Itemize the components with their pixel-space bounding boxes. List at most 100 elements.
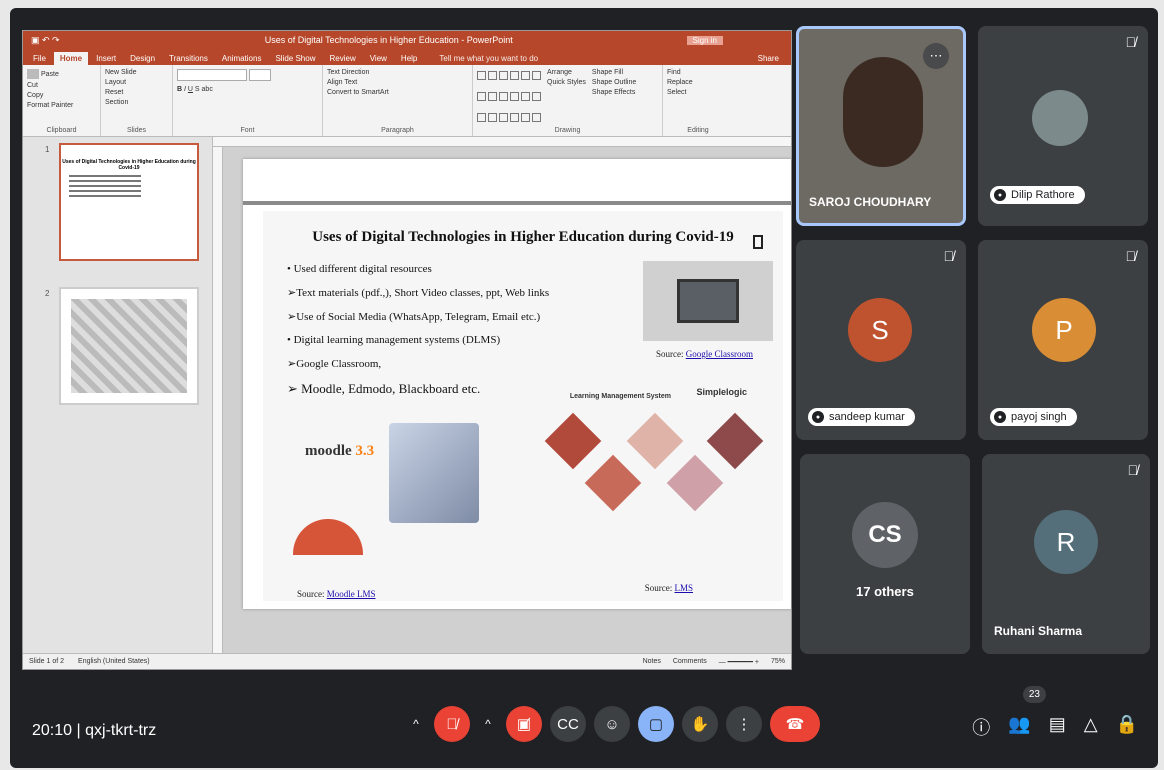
people-icon[interactable]: 👥 xyxy=(1008,714,1030,740)
more-vert-icon[interactable]: ⋮ xyxy=(726,706,762,742)
paste-button[interactable]: Paste xyxy=(27,69,96,79)
more-options-icon[interactable]: ⋯ xyxy=(923,43,949,69)
chat-icon[interactable]: ▤ xyxy=(1049,714,1066,740)
align-text-button[interactable]: Align Text xyxy=(327,79,468,86)
mic-options-chevron-icon[interactable]: ^ xyxy=(406,706,426,742)
comments-button[interactable]: Comments xyxy=(673,658,707,665)
emoji-icon[interactable]: ☺ xyxy=(594,706,630,742)
find-button[interactable]: Find xyxy=(667,69,729,76)
convert-smartart-button[interactable]: Convert to SmartArt xyxy=(327,89,468,96)
font-format-buttons[interactable]: B I U S abc xyxy=(177,86,318,93)
font-name-field[interactable] xyxy=(177,69,247,81)
participant-tile-payoj[interactable]: 🎙̸ P ● payoj singh xyxy=(978,240,1148,440)
thumb-number-1: 1 xyxy=(45,145,50,154)
camera-options-chevron-icon[interactable]: ^ xyxy=(478,706,498,742)
tab-home[interactable]: Home xyxy=(53,52,89,65)
shape-effects-button[interactable]: Shape Effects xyxy=(592,89,636,96)
pin-icon: ● xyxy=(812,411,824,423)
pin-icon: ● xyxy=(994,189,1006,201)
tab-design[interactable]: Design xyxy=(124,52,161,65)
slide-thumbnail-1[interactable]: Uses of Digital Technologies in Higher E… xyxy=(59,143,199,261)
slide-thumbnail-2[interactable] xyxy=(59,287,199,405)
info-icon[interactable]: ⓘ xyxy=(972,714,990,740)
moodle-source-link[interactable]: Moodle LMS xyxy=(327,589,376,599)
format-painter-button[interactable]: Format Painter xyxy=(27,102,96,109)
language-status[interactable]: English (United States) xyxy=(78,658,150,665)
lms-diamond xyxy=(666,454,724,512)
notes-button[interactable]: Notes xyxy=(643,658,661,665)
others-avatar-stack: CS xyxy=(852,502,918,568)
arrange-button[interactable]: Arrange xyxy=(547,69,586,76)
select-button[interactable]: Select xyxy=(667,89,729,96)
zoom-level[interactable]: 75% xyxy=(771,658,785,665)
participant-tile-dilip[interactable]: 🎙̸ ● Dilip Rathore xyxy=(978,26,1148,226)
status-right: Notes Comments — ━━━━━━ + 75% xyxy=(643,658,785,666)
quick-styles-button[interactable]: Quick Styles xyxy=(547,79,586,86)
host-controls-icon[interactable]: 🔒 xyxy=(1116,714,1138,740)
shape-outline-button[interactable]: Shape Outline xyxy=(592,79,636,86)
raise-hand-icon[interactable]: ✋ xyxy=(682,706,718,742)
participant-name: payoj singh xyxy=(1011,411,1067,423)
slide-bullets: • Used different digital resources ➢Text… xyxy=(287,263,549,408)
tab-insert[interactable]: Insert xyxy=(90,52,122,65)
tab-file[interactable]: File xyxy=(27,52,52,65)
sign-in-button[interactable]: Sign in xyxy=(686,35,723,45)
participant-tile-others[interactable]: CS 17 others xyxy=(800,454,970,654)
tab-view[interactable]: View xyxy=(364,52,393,65)
zoom-slider[interactable]: — ━━━━━━ + xyxy=(719,658,759,666)
horizontal-ruler xyxy=(213,137,791,147)
moodle-logo-text: moodle xyxy=(305,443,352,459)
ribbon-drawing: Arrange Quick Styles Shape Fill Shape Ou… xyxy=(473,65,663,136)
lms-diamond-diagram xyxy=(543,411,764,531)
side-panel-buttons: ⓘ 👥 ▤ △ 🔒 xyxy=(972,714,1138,740)
meet-screen: ▣ ↶ ↷ Uses of Digital Technologies in Hi… xyxy=(10,8,1158,768)
tab-slide-show[interactable]: Slide Show xyxy=(269,52,321,65)
slide-top-rule xyxy=(243,201,791,205)
others-count: 17 others xyxy=(856,584,914,599)
quick-access-toolbar: ▣ ↶ ↷ xyxy=(31,34,60,45)
gc-source-link[interactable]: Google Classroom xyxy=(686,349,753,359)
tab-review[interactable]: Review xyxy=(323,52,361,65)
present-icon[interactable]: ▢ xyxy=(638,706,674,742)
bullet-1: • Used different digital resources xyxy=(287,263,432,275)
section-button[interactable]: Section xyxy=(105,99,168,106)
editing-group-label: Editing xyxy=(687,127,709,134)
font-size-field[interactable] xyxy=(249,69,271,81)
name-chip: ● payoj singh xyxy=(990,408,1077,426)
lms-diamond xyxy=(544,412,602,470)
thumb-2-collage xyxy=(71,299,187,393)
layout-button[interactable]: Layout xyxy=(105,79,168,86)
tell-me-search[interactable]: Tell me what you want to do xyxy=(433,52,544,65)
captions-icon[interactable]: CC xyxy=(550,706,586,742)
participant-tile-saroj[interactable]: ⋯ SAROJ CHOUDHARY xyxy=(796,26,966,226)
new-slide-button[interactable]: New Slide xyxy=(105,69,168,76)
reset-button[interactable]: Reset xyxy=(105,89,168,96)
mic-off-icon[interactable]: 🎙̸ xyxy=(434,706,470,742)
lms-source-link[interactable]: LMS xyxy=(674,583,693,593)
participant-name: sandeep kumar xyxy=(829,411,905,423)
replace-button[interactable]: Replace xyxy=(667,79,729,86)
cut-button[interactable]: Cut xyxy=(27,82,96,89)
name-chip: ● Dilip Rathore xyxy=(990,186,1085,204)
participant-tile-sandeep[interactable]: 🎙̸ S ● sandeep kumar xyxy=(796,240,966,440)
shape-fill-button[interactable]: Shape Fill xyxy=(592,69,636,76)
slide-content: Uses of Digital Technologies in Higher E… xyxy=(263,211,783,601)
copy-button[interactable]: Copy xyxy=(27,92,96,99)
shapes-gallery[interactable] xyxy=(477,71,541,132)
lms-diagram-title: Learning Management System xyxy=(569,393,671,400)
classroom-screen xyxy=(677,279,739,323)
camera-off-icon[interactable]: ▣̸ xyxy=(506,706,542,742)
tab-transitions[interactable]: Transitions xyxy=(163,52,214,65)
clipboard-group-label: Clipboard xyxy=(46,127,77,134)
tab-animations[interactable]: Animations xyxy=(216,52,268,65)
slide-count: Slide 1 of 2 xyxy=(29,658,65,665)
participant-tile-ruhani[interactable]: 🎙̸ R Ruhani Sharma xyxy=(982,454,1150,654)
end-call-icon[interactable]: ☎ xyxy=(770,706,820,742)
share-button[interactable]: Share xyxy=(752,52,785,65)
current-slide[interactable]: Uses of Digital Technologies in Higher E… xyxy=(243,159,791,609)
participant-count-badge: 23 xyxy=(1022,686,1046,703)
mic-off-icon: 🎙̸ xyxy=(1125,248,1137,264)
tab-help[interactable]: Help xyxy=(395,52,423,65)
activities-icon[interactable]: △ xyxy=(1084,714,1098,740)
text-direction-button[interactable]: Text Direction xyxy=(327,69,468,76)
